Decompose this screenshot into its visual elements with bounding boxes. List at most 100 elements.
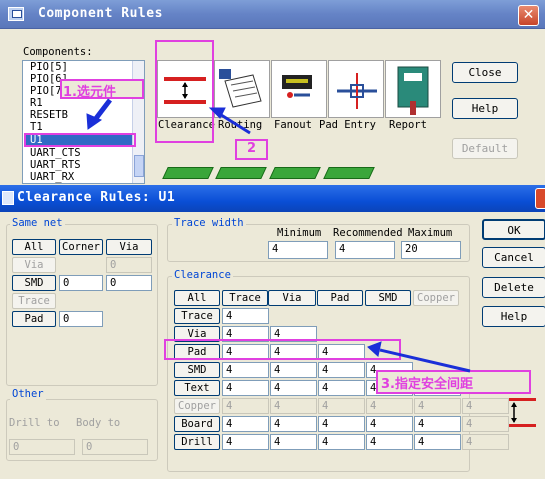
clearance-text-field[interactable]: 4	[270, 380, 317, 396]
clearance-rules-title: Clearance Rules: U1	[17, 190, 176, 205]
maximum-label: Maximum	[408, 227, 453, 239]
same-net-pad-corner-field[interactable]: 0	[59, 311, 103, 327]
component-chip-icon	[269, 167, 321, 179]
clearance-col-trace-button[interactable]: Trace	[222, 290, 268, 306]
help-button[interactable]: Help	[452, 98, 518, 119]
pad-entry-tool-label: Pad Entry	[319, 119, 376, 131]
clearance-label: Clearance	[172, 269, 233, 281]
scrollbar-thumb[interactable]	[134, 155, 144, 177]
same-net-smd-corner-field[interactable]: 0	[59, 275, 103, 291]
clearance-copper-field[interactable]: 4	[318, 398, 365, 414]
fanout-icon	[282, 75, 312, 98]
clearance-drill-field[interactable]: 4	[222, 434, 269, 450]
clearance-smd-field[interactable]: 4	[318, 362, 365, 378]
clearance-copper-field[interactable]: 4	[366, 398, 413, 414]
list-item[interactable]: R1	[30, 97, 43, 109]
clearance-board-field[interactable]: 4	[270, 416, 317, 432]
clearance-col-all-button[interactable]: All	[174, 290, 220, 306]
window-icon	[8, 7, 24, 21]
clearance-row-board-button[interactable]: Board	[174, 416, 220, 432]
list-item[interactable]: T1	[30, 121, 43, 133]
clearance-board-field[interactable]: 4	[414, 416, 461, 432]
fanout-tool-button[interactable]	[271, 60, 327, 118]
clearance-row-drill-button[interactable]: Drill	[174, 434, 220, 450]
clearance-rules-titlebar[interactable]: Clearance Rules: U1	[0, 185, 545, 212]
list-item[interactable]: RESETB	[30, 109, 68, 121]
component-chip-icon	[215, 167, 267, 179]
clearance-text-field[interactable]: 4	[318, 380, 365, 396]
clearance-drill-field[interactable]: 4	[462, 434, 509, 450]
close-button[interactable]: Close	[452, 62, 518, 83]
recommended-label: Recommended	[333, 227, 403, 239]
trace-width-minimum-field[interactable]: 4	[268, 241, 328, 259]
other-label: Other	[10, 388, 46, 400]
clearance-board-field[interactable]: 4	[222, 416, 269, 432]
clearance-smd-field[interactable]: 4	[222, 362, 269, 378]
clearance-copper-field[interactable]: 4	[414, 398, 461, 414]
step1-highlight	[24, 133, 136, 147]
clearance-text-field[interactable]: 4	[222, 380, 269, 396]
clearance-board-field[interactable]: 4	[462, 416, 509, 432]
trace-width-label: Trace width	[172, 217, 246, 229]
trace-width-maximum-field[interactable]: 20	[401, 241, 461, 259]
clearance-smd-field[interactable]: 4	[270, 362, 317, 378]
same-net-trace-button[interactable]: Trace	[12, 293, 56, 309]
components-label: Components:	[23, 46, 93, 58]
list-item[interactable]: UART_RTS	[30, 159, 81, 171]
window-icon	[2, 191, 14, 205]
pad-entry-icon	[337, 73, 377, 109]
step3-annotation: 3.指定安全间距	[381, 377, 473, 392]
list-item[interactable]: PIO[5]	[30, 61, 68, 73]
inner-help-button[interactable]: Help	[482, 306, 545, 327]
same-net-pad-button[interactable]: Pad	[12, 311, 56, 327]
close-icon[interactable]: ✕	[518, 5, 539, 26]
clearance-row-text-button[interactable]: Text	[174, 380, 220, 396]
clearance-trace-field[interactable]: 4	[222, 308, 269, 324]
same-net-smd-button[interactable]: SMD	[12, 275, 56, 291]
clearance-row-copper-button[interactable]: Copper	[174, 398, 220, 414]
report-tool-button[interactable]	[385, 60, 441, 118]
pad-entry-tool-button[interactable]	[328, 60, 384, 118]
clearance-copper-field[interactable]: 4	[222, 398, 269, 414]
clearance-drill-field[interactable]: 4	[366, 434, 413, 450]
drill-to-field[interactable]: 0	[9, 439, 75, 455]
list-item[interactable]: UART_CTS	[30, 147, 81, 159]
step2-highlight	[155, 40, 214, 143]
delete-button[interactable]: Delete	[482, 277, 545, 298]
default-button[interactable]: Default	[452, 138, 518, 159]
clearance-copper-field[interactable]: 4	[462, 398, 509, 414]
routing-icon	[219, 69, 262, 108]
close-icon[interactable]	[535, 188, 545, 209]
clearance-rules-window: Clearance Rules: U1 Same net All Corner …	[0, 185, 545, 479]
clearance-row-smd-button[interactable]: SMD	[174, 362, 220, 378]
list-item[interactable]: UART_RX	[30, 171, 74, 183]
cancel-button[interactable]: Cancel	[482, 247, 545, 268]
clearance-drill-field[interactable]: 4	[270, 434, 317, 450]
clearance-drill-field[interactable]: 4	[414, 434, 461, 450]
clearance-col-pad-button[interactable]: Pad	[317, 290, 363, 306]
same-net-corner-button[interactable]: Corner	[59, 239, 103, 255]
minimum-label: Minimum	[277, 227, 322, 239]
clearance-col-via-button[interactable]: Via	[268, 290, 316, 306]
fanout-tool-label: Fanout	[274, 119, 312, 131]
same-net-via-via-field[interactable]: 0	[106, 257, 152, 273]
component-rules-title: Component Rules	[38, 6, 163, 21]
clearance-board-field[interactable]: 4	[366, 416, 413, 432]
clearance-copper-field[interactable]: 4	[270, 398, 317, 414]
same-net-via-button[interactable]: Via	[106, 239, 152, 255]
clearance-board-field[interactable]: 4	[318, 416, 365, 432]
clearance-drill-field[interactable]: 4	[318, 434, 365, 450]
same-net-smd-via-field[interactable]: 0	[106, 275, 152, 291]
body-to-label: Body to	[76, 417, 121, 429]
ok-button[interactable]: OK	[482, 219, 545, 240]
body-to-field[interactable]: 0	[82, 439, 148, 455]
trace-width-recommended-field[interactable]: 4	[335, 241, 395, 259]
clearance-row-trace-button[interactable]: Trace	[174, 308, 220, 324]
same-net-via-row-button[interactable]: Via	[12, 257, 56, 273]
clearance-col-smd-button[interactable]: SMD	[365, 290, 411, 306]
component-rules-titlebar[interactable]: Component Rules ✕	[0, 0, 545, 29]
clearance-col-copper-button[interactable]: Copper	[413, 290, 459, 306]
component-chip-icon	[162, 167, 214, 179]
same-net-all-button[interactable]: All	[12, 239, 56, 255]
routing-tool-button[interactable]	[214, 60, 270, 118]
